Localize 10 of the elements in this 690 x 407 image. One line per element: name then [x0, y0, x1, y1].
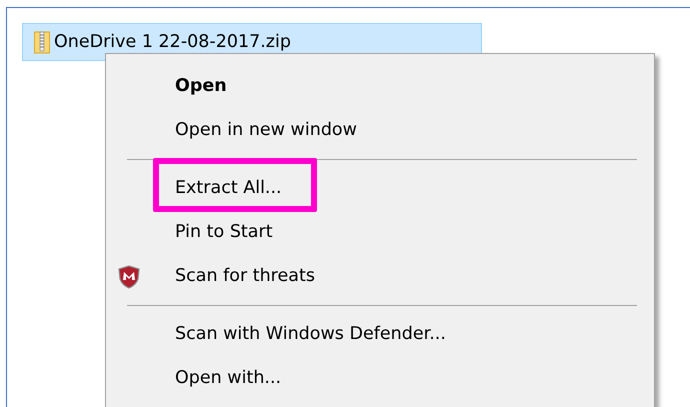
shield-icon [118, 265, 140, 289]
menu-item[interactable]: Extract All... [106, 166, 654, 210]
menu-item[interactable]: Open [106, 64, 654, 108]
menu-item[interactable]: Scan for threats [106, 254, 654, 298]
menu-item[interactable]: Open in new window [106, 108, 654, 152]
menu-item[interactable]: Pin to Start [106, 210, 654, 254]
menu-item[interactable]: Scan with Windows Defender... [106, 312, 654, 356]
zip-folder-icon [34, 30, 50, 54]
menu-item[interactable]: Open with... [106, 356, 654, 400]
file-name: OneDrive 1 22-08-2017.zip [54, 32, 291, 52]
